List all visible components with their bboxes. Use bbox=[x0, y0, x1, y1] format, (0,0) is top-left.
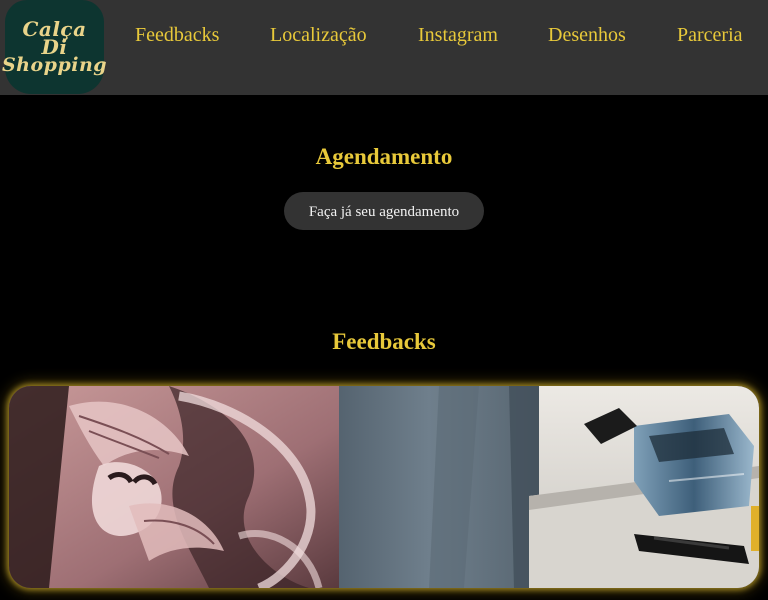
nav-link-parceria[interactable]: Parceria bbox=[677, 24, 743, 47]
tattoo-photo-icon bbox=[9, 386, 759, 588]
feedbacks-heading: Feedbacks bbox=[332, 329, 436, 354]
brand-logo[interactable]: Calça Di Shopping bbox=[1, 0, 108, 94]
nav-link-desenhos[interactable]: Desenhos bbox=[548, 24, 626, 47]
agendamento-heading: Agendamento bbox=[315, 144, 453, 169]
feedback-image-card bbox=[9, 386, 759, 588]
nav-link-feedbacks[interactable]: Feedbacks bbox=[135, 24, 219, 47]
top-navbar: Calça Di Shopping Feedbacks Localização … bbox=[0, 0, 768, 95]
logo-line-3: Shopping bbox=[1, 53, 108, 76]
nav-link-localizacao[interactable]: Localização bbox=[270, 24, 367, 47]
schedule-button[interactable]: Faça já seu agendamento bbox=[284, 192, 484, 230]
nav-link-instagram[interactable]: Instagram bbox=[418, 24, 498, 47]
